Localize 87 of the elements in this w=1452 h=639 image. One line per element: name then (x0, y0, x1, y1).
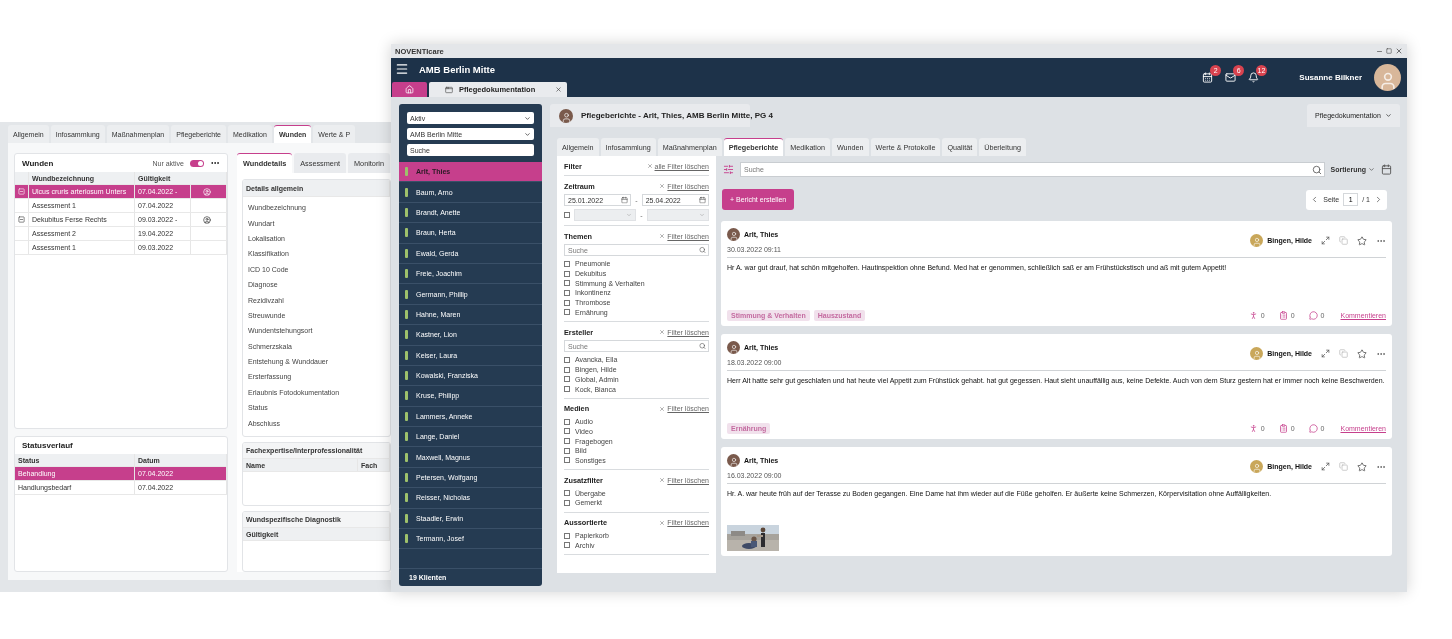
home-tab[interactable] (392, 82, 427, 97)
star-icon[interactable] (1357, 461, 1367, 472)
filter-icon[interactable] (723, 164, 734, 175)
status-bar-icon (405, 534, 408, 544)
person-circle-icon (203, 187, 211, 196)
status-bar-icon (405, 309, 408, 319)
checkbox[interactable] (564, 376, 570, 383)
checkbox[interactable] (564, 428, 570, 435)
window-icon (445, 85, 453, 94)
status-bar-icon (405, 473, 408, 483)
person-circle-icon (203, 215, 211, 224)
card-title: Wunden (22, 158, 55, 168)
cross-icon (659, 329, 666, 336)
checkbox[interactable] (564, 260, 570, 267)
caret-icon (1384, 112, 1392, 119)
cross-icon (659, 183, 666, 189)
cross-icon (659, 405, 666, 412)
status-bar-icon (405, 207, 408, 217)
mail-icon[interactable] (1225, 72, 1237, 83)
avatar[interactable] (1374, 64, 1401, 91)
clipboard-icon (1278, 311, 1288, 320)
speech-bubble-icon (1308, 424, 1318, 433)
cross-icon (659, 233, 666, 239)
close-icon[interactable] (555, 86, 563, 93)
cross-icon (659, 477, 666, 484)
star-icon[interactable] (1357, 235, 1367, 246)
status-bar-icon (405, 411, 408, 421)
expand-icon[interactable] (1321, 462, 1330, 471)
checkbox[interactable] (564, 309, 570, 316)
checkbox[interactable] (564, 418, 570, 425)
expand-icon[interactable] (1321, 349, 1330, 358)
caret-icon (1368, 166, 1375, 173)
checkbox[interactable] (564, 457, 570, 464)
checkbox[interactable] (564, 356, 570, 363)
checkbox[interactable] (564, 532, 570, 539)
expand-icon[interactable] (1321, 236, 1330, 245)
status-bar-icon (405, 350, 408, 360)
card-title: Statusverlauf (22, 441, 74, 450)
person-icon (1248, 424, 1258, 433)
status-bar-icon (405, 452, 408, 462)
collapse-icon[interactable] (18, 216, 25, 223)
status-bar-icon (405, 391, 408, 401)
status-bar-icon (405, 330, 408, 340)
caret-icon (699, 212, 705, 218)
toggle-switch[interactable] (190, 159, 204, 167)
status-bar-icon (405, 493, 408, 503)
checkbox[interactable] (564, 289, 570, 296)
checkbox[interactable] (564, 447, 570, 454)
search-icon[interactable] (1311, 164, 1322, 175)
checkbox[interactable] (564, 490, 570, 497)
menu-icon[interactable] (395, 62, 409, 76)
checkbox[interactable] (564, 499, 570, 506)
calendar-icon[interactable] (1381, 164, 1392, 175)
next-page-icon[interactable] (1374, 195, 1383, 204)
checkbox[interactable] (564, 366, 570, 373)
clipboard-icon (1278, 424, 1288, 433)
maximize-icon[interactable] (1386, 48, 1392, 54)
checkbox[interactable] (564, 270, 570, 277)
status-bar-icon (405, 228, 408, 238)
user-name: Susanne Bilkner (1299, 73, 1362, 82)
person-icon (1248, 311, 1258, 320)
checkbox[interactable] (564, 386, 570, 393)
speech-bubble-icon (1308, 311, 1318, 320)
home-icon (405, 85, 414, 94)
status-bar-icon (405, 289, 408, 299)
status-bar-icon (405, 371, 408, 381)
cross-icon (646, 163, 653, 169)
checkbox[interactable] (564, 438, 570, 445)
search-icon[interactable] (699, 246, 706, 254)
status-bar-icon (405, 248, 408, 258)
status-bar-icon (405, 432, 408, 442)
page-title: Pflegeberichte - Arlt, Thies, AMB Berlin Mitte, PG 4 (581, 111, 773, 120)
status-bar-icon (405, 269, 408, 279)
bell-icon[interactable] (1248, 72, 1260, 83)
checkbox[interactable] (564, 299, 570, 306)
checkbox[interactable] (564, 542, 570, 549)
close-icon[interactable] (1395, 47, 1403, 55)
location-title: AMB Berlin Mitte (419, 63, 495, 75)
star-icon[interactable] (1357, 348, 1367, 359)
search-icon[interactable] (699, 342, 706, 350)
caret-icon (626, 212, 633, 218)
status-bar-icon (405, 513, 408, 523)
cross-icon (659, 519, 666, 526)
status-bar-icon (405, 167, 408, 177)
status-bar-icon (405, 187, 408, 197)
checkbox[interactable] (564, 280, 570, 287)
checkbox[interactable] (564, 212, 570, 218)
